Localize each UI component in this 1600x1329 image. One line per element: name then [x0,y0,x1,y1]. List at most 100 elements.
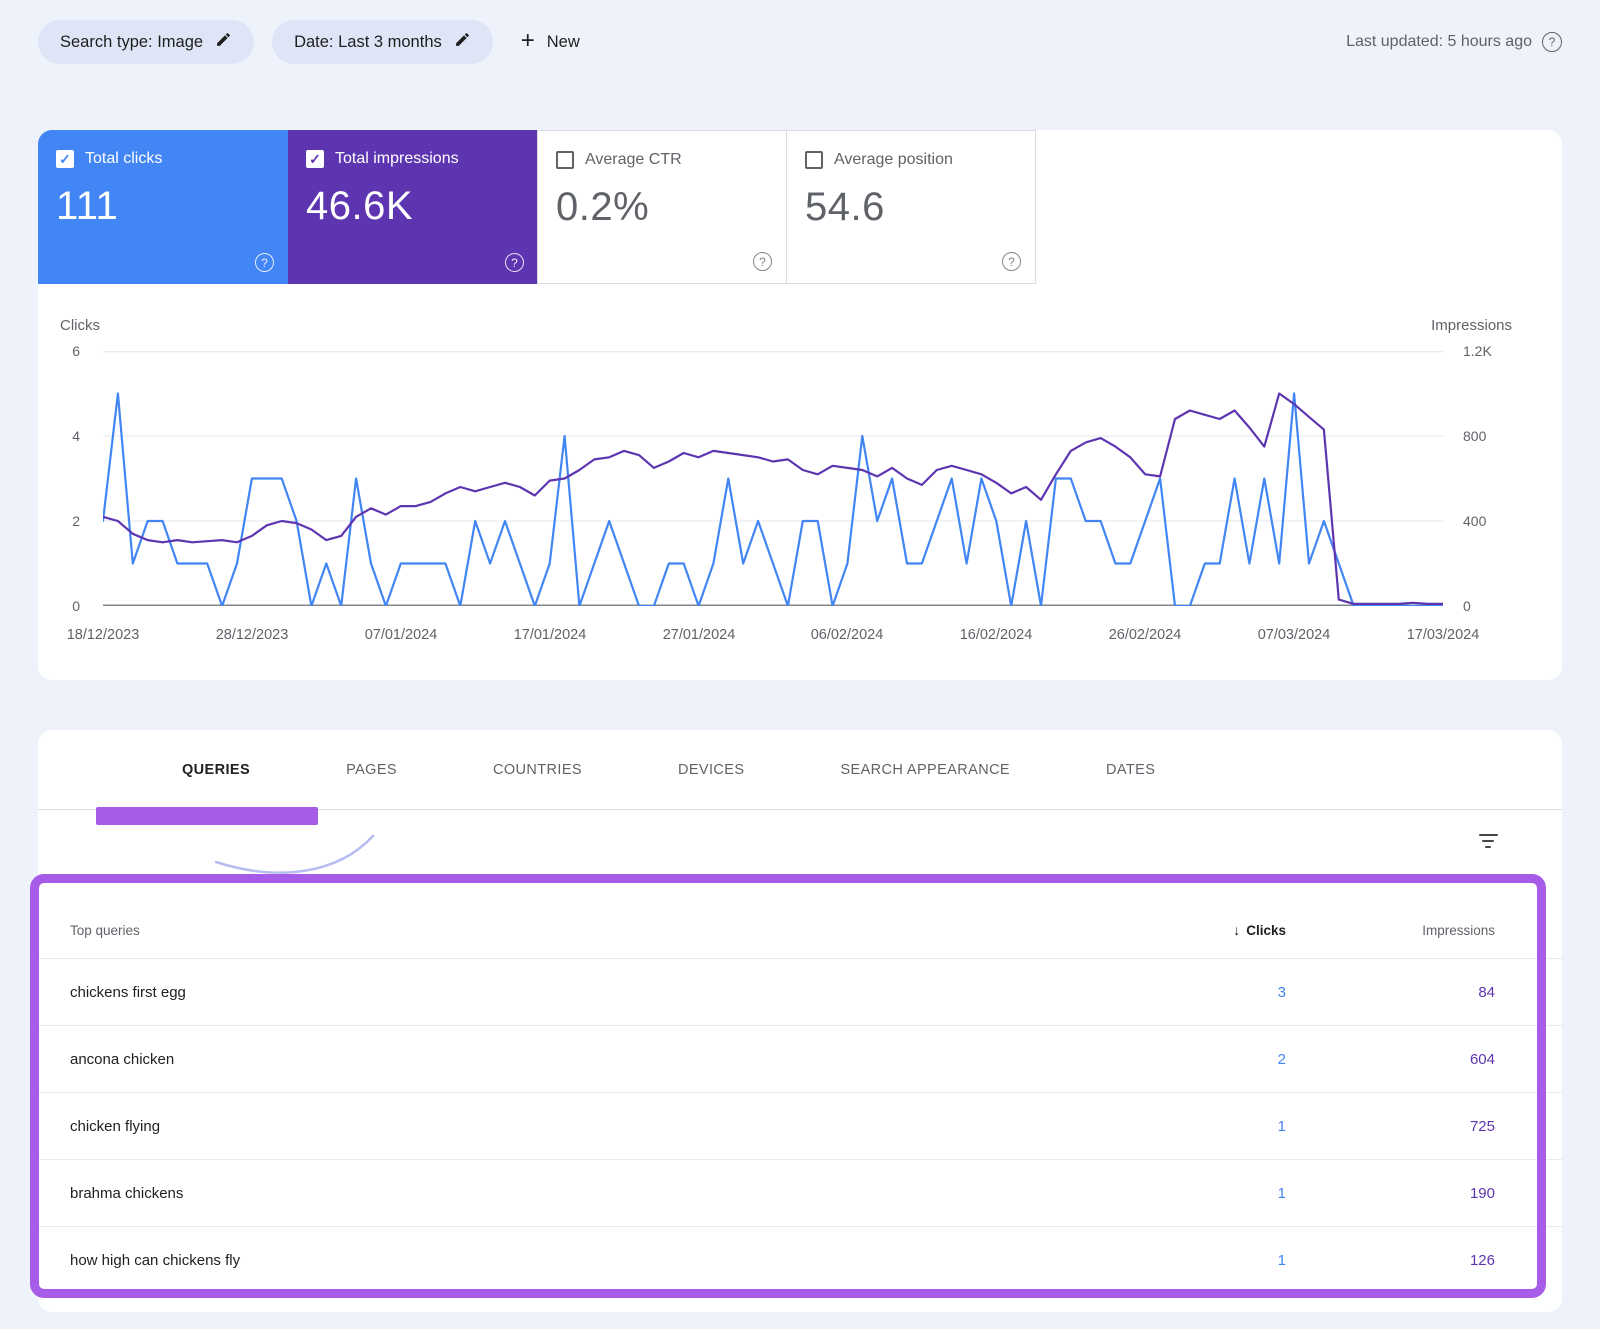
clicks-cell: 2 [1277,1050,1286,1068]
y-axis-tick-left: 4 [72,428,80,444]
tab-pages[interactable]: PAGES [298,730,445,810]
x-axis-label: 17/01/2024 [513,627,587,643]
search-type-chip[interactable]: Search type: Image [38,20,255,64]
plus-icon: + [520,27,535,54]
checkbox-checked-icon[interactable]: ✓ [56,150,74,168]
help-icon[interactable]: ? [753,252,772,271]
new-button-label: New [546,32,580,51]
metric-label: Average CTR [585,151,682,168]
clicks-cell: 1 [1277,1117,1286,1135]
tab-dates[interactable]: DATES [1058,730,1203,810]
metric-value: 46.6K [306,184,414,228]
y-axis-tick-left: 0 [72,598,80,614]
help-icon[interactable]: ? [505,253,524,272]
pencil-icon [454,31,471,53]
sort-descending-icon: ↓ [1233,922,1241,938]
y-axis-tick-right: 400 [1463,513,1487,529]
metric-label: Average position [834,151,953,168]
x-axis-label: 07/03/2024 [1257,627,1331,643]
checkbox-checked-icon[interactable]: ✓ [306,150,324,168]
impressions-cell: 84 [1478,983,1495,1001]
last-updated-area: Last updated: 5 hours ago ? [1346,32,1562,52]
new-filter-button[interactable]: + New [511,20,590,64]
search-console-performance-page: Search type: Image Date: Last 3 months +… [0,0,1600,1312]
x-axis-label: 17/03/2024 [1406,627,1480,643]
impressions-axis-caption: Impressions [1431,317,1512,334]
table-row[interactable]: brahma chickens 1 190 [38,1159,1562,1226]
metric-value: 111 [56,184,119,228]
x-axis-label: 07/01/2024 [364,627,438,643]
checkbox-unchecked-icon[interactable] [556,151,574,169]
y-axis-tick-left: 6 [72,343,80,359]
impressions-cell: 725 [1469,1117,1495,1135]
metric-tile-average-ctr[interactable]: Average CTR 0.2% ? [537,130,787,284]
metric-label: Total impressions [335,150,459,167]
clicks-cell: 1 [1277,1251,1286,1269]
table-row[interactable]: chicken flying 1 725 [38,1092,1562,1159]
metric-tile-header: ✓ Total impressions [306,150,520,168]
curved-arrow-annotation [214,834,375,874]
table-row[interactable]: ancona chicken 2 604 [38,1025,1562,1092]
y-axis-tick-left: 2 [72,513,80,529]
pencil-icon [215,31,232,53]
top-queries-table: Top queries ↓ Clicks Impressions chickens… [38,902,1562,1293]
tab-devices[interactable]: DEVICES [630,730,792,810]
x-axis-label: 18/12/2023 [66,627,140,643]
impressions-cell: 604 [1469,1050,1495,1068]
x-axis-label: 27/01/2024 [662,627,736,643]
query-cell: chickens first egg [70,983,186,1001]
y-axis-tick-right: 0 [1463,598,1471,614]
metric-tile-total-impressions[interactable]: ✓ Total impressions 46.6K ? [288,130,538,284]
top-bar: Search type: Image Date: Last 3 months +… [38,20,1562,64]
help-icon[interactable]: ? [1542,32,1562,52]
query-cell: ancona chicken [70,1050,175,1068]
metric-value: 0.2% [556,185,650,229]
clicks-cell: 3 [1277,983,1286,1001]
impressions-cell: 126 [1469,1251,1495,1269]
metric-tiles: ✓ Total clicks 111 ? ✓ Total impressions… [38,130,1562,284]
metric-tile-total-clicks[interactable]: ✓ Total clicks 111 ? [38,130,288,284]
y-axis-tick-right: 1.2K [1463,343,1492,359]
clicks-line [103,392,1443,606]
metric-value: 54.6 [805,185,885,229]
table-row[interactable]: chickens first egg 3 84 [38,958,1562,1025]
queries-highlight-annotation [96,807,318,825]
help-icon[interactable]: ? [255,253,274,272]
search-type-chip-label: Search type: Image [60,32,204,51]
top-queries-column-header: Top queries [70,922,140,938]
clicks-axis-caption: Clicks [60,317,100,334]
query-cell: chicken flying [70,1117,161,1135]
date-range-chip[interactable]: Date: Last 3 months [272,20,493,64]
filter-icon[interactable] [1476,832,1500,854]
x-axis-label: 26/02/2024 [1108,627,1182,643]
query-cell: how high can chickens fly [70,1251,241,1269]
performance-summary-card: ✓ Total clicks 111 ? ✓ Total impressions… [38,130,1562,680]
metric-tile-header: Average position [805,151,1017,169]
x-axis-label: 06/02/2024 [810,627,884,643]
tab-queries[interactable]: QUERIES [134,730,298,810]
x-axis-label: 28/12/2023 [215,627,289,643]
metric-tile-header: ✓ Total clicks [56,150,270,168]
metric-tile-average-position[interactable]: Average position 54.6 ? [786,130,1036,284]
table-row[interactable]: how high can chickens fly 1 126 [38,1226,1562,1293]
tab-countries[interactable]: COUNTRIES [445,730,630,810]
date-range-chip-label: Date: Last 3 months [294,32,442,51]
metric-label: Total clicks [85,150,163,167]
last-updated-text: Last updated: 5 hours ago [1346,33,1532,50]
dimension-tabs: QUERIES PAGES COUNTRIES DEVICES SEARCH A… [38,730,1562,810]
y-axis-tick-right: 800 [1463,428,1487,444]
performance-chart: Clicks Impressions 6 4 2 0 1.2K 800 400 … [38,284,1562,680]
table-header-row: Top queries ↓ Clicks Impressions [38,902,1562,958]
chart-plot-area [103,351,1443,606]
metric-tile-header: Average CTR [556,151,768,169]
chart-svg [103,351,1443,606]
tab-search-appearance[interactable]: SEARCH APPEARANCE [792,730,1058,810]
help-icon[interactable]: ? [1002,252,1021,271]
clicks-column-header[interactable]: ↓ Clicks [1106,922,1286,938]
checkbox-unchecked-icon[interactable] [805,151,823,169]
query-cell: brahma chickens [70,1184,184,1202]
x-axis-label: 16/02/2024 [959,627,1033,643]
impressions-column-header[interactable]: Impressions [1286,923,1495,938]
dimension-table-card: QUERIES PAGES COUNTRIES DEVICES SEARCH A… [30,730,1562,1312]
impressions-cell: 190 [1469,1184,1495,1202]
